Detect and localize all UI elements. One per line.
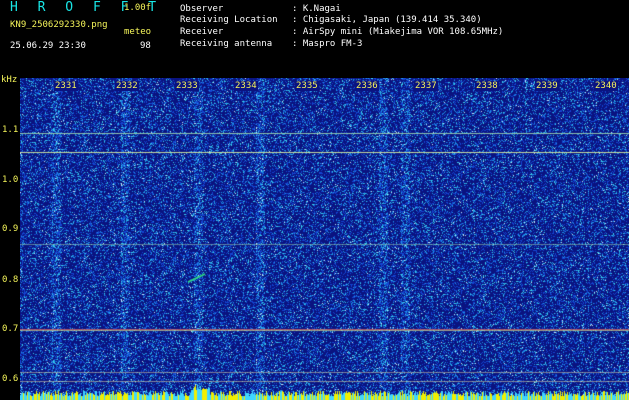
header-panel: H R O F F T 1.00f KN9_2506292330.png met… [0, 0, 629, 74]
meteo-label: meteo [124, 27, 152, 37]
minute-label: 2337 [414, 81, 438, 91]
y-tick-0.6: 0.6 [2, 374, 19, 384]
minute-label: 2335 [295, 81, 319, 91]
y-axis-strip: 1.1 1.0 0.9 0.8 0.7 0.6 [0, 74, 20, 400]
location-key: Receiving Location [180, 15, 278, 25]
observer-key: Observer [180, 4, 224, 14]
receiver-key: Receiver [180, 27, 224, 37]
y-tick-0.9: 0.9 [2, 224, 19, 234]
minute-label: 2332 [115, 81, 139, 91]
y-tick-0.7: 0.7 [2, 324, 19, 334]
minute-label: 2331 [54, 81, 78, 91]
minute-label: 2334 [234, 81, 258, 91]
minute-label: 2333 [175, 81, 199, 91]
antenna-value: : Maspro FM-3 [292, 39, 363, 49]
file-name: KN9_2506292330.png [10, 20, 108, 30]
spectrogram: 2331 2332 2333 2334 2335 2336 2337 2338 … [20, 78, 629, 400]
minute-label: 2338 [475, 81, 499, 91]
date-time: 25.06.29 23:30 [10, 41, 86, 51]
receiver-value: : AirSpy mini (Miakejima VOR 108.65MHz) [292, 27, 504, 37]
y-tick-1.0: 1.0 [2, 175, 19, 185]
version-label: 1.00f [124, 3, 152, 13]
antenna-key: Receiving antenna [180, 39, 273, 49]
y-unit-label: kHz [1, 75, 18, 85]
observer-value: : K.Nagai [292, 4, 341, 14]
minute-label: 2340 [594, 81, 618, 91]
spectrogram-canvas [20, 78, 629, 400]
location-value: : Chigasaki, Japan (139.414 35.340) [292, 15, 482, 25]
y-tick-1.1: 1.1 [2, 125, 19, 135]
meteor-count: 98 [140, 41, 151, 51]
minute-label: 2339 [535, 81, 559, 91]
minute-label: 2336 [355, 81, 379, 91]
y-tick-0.8: 0.8 [2, 275, 19, 285]
